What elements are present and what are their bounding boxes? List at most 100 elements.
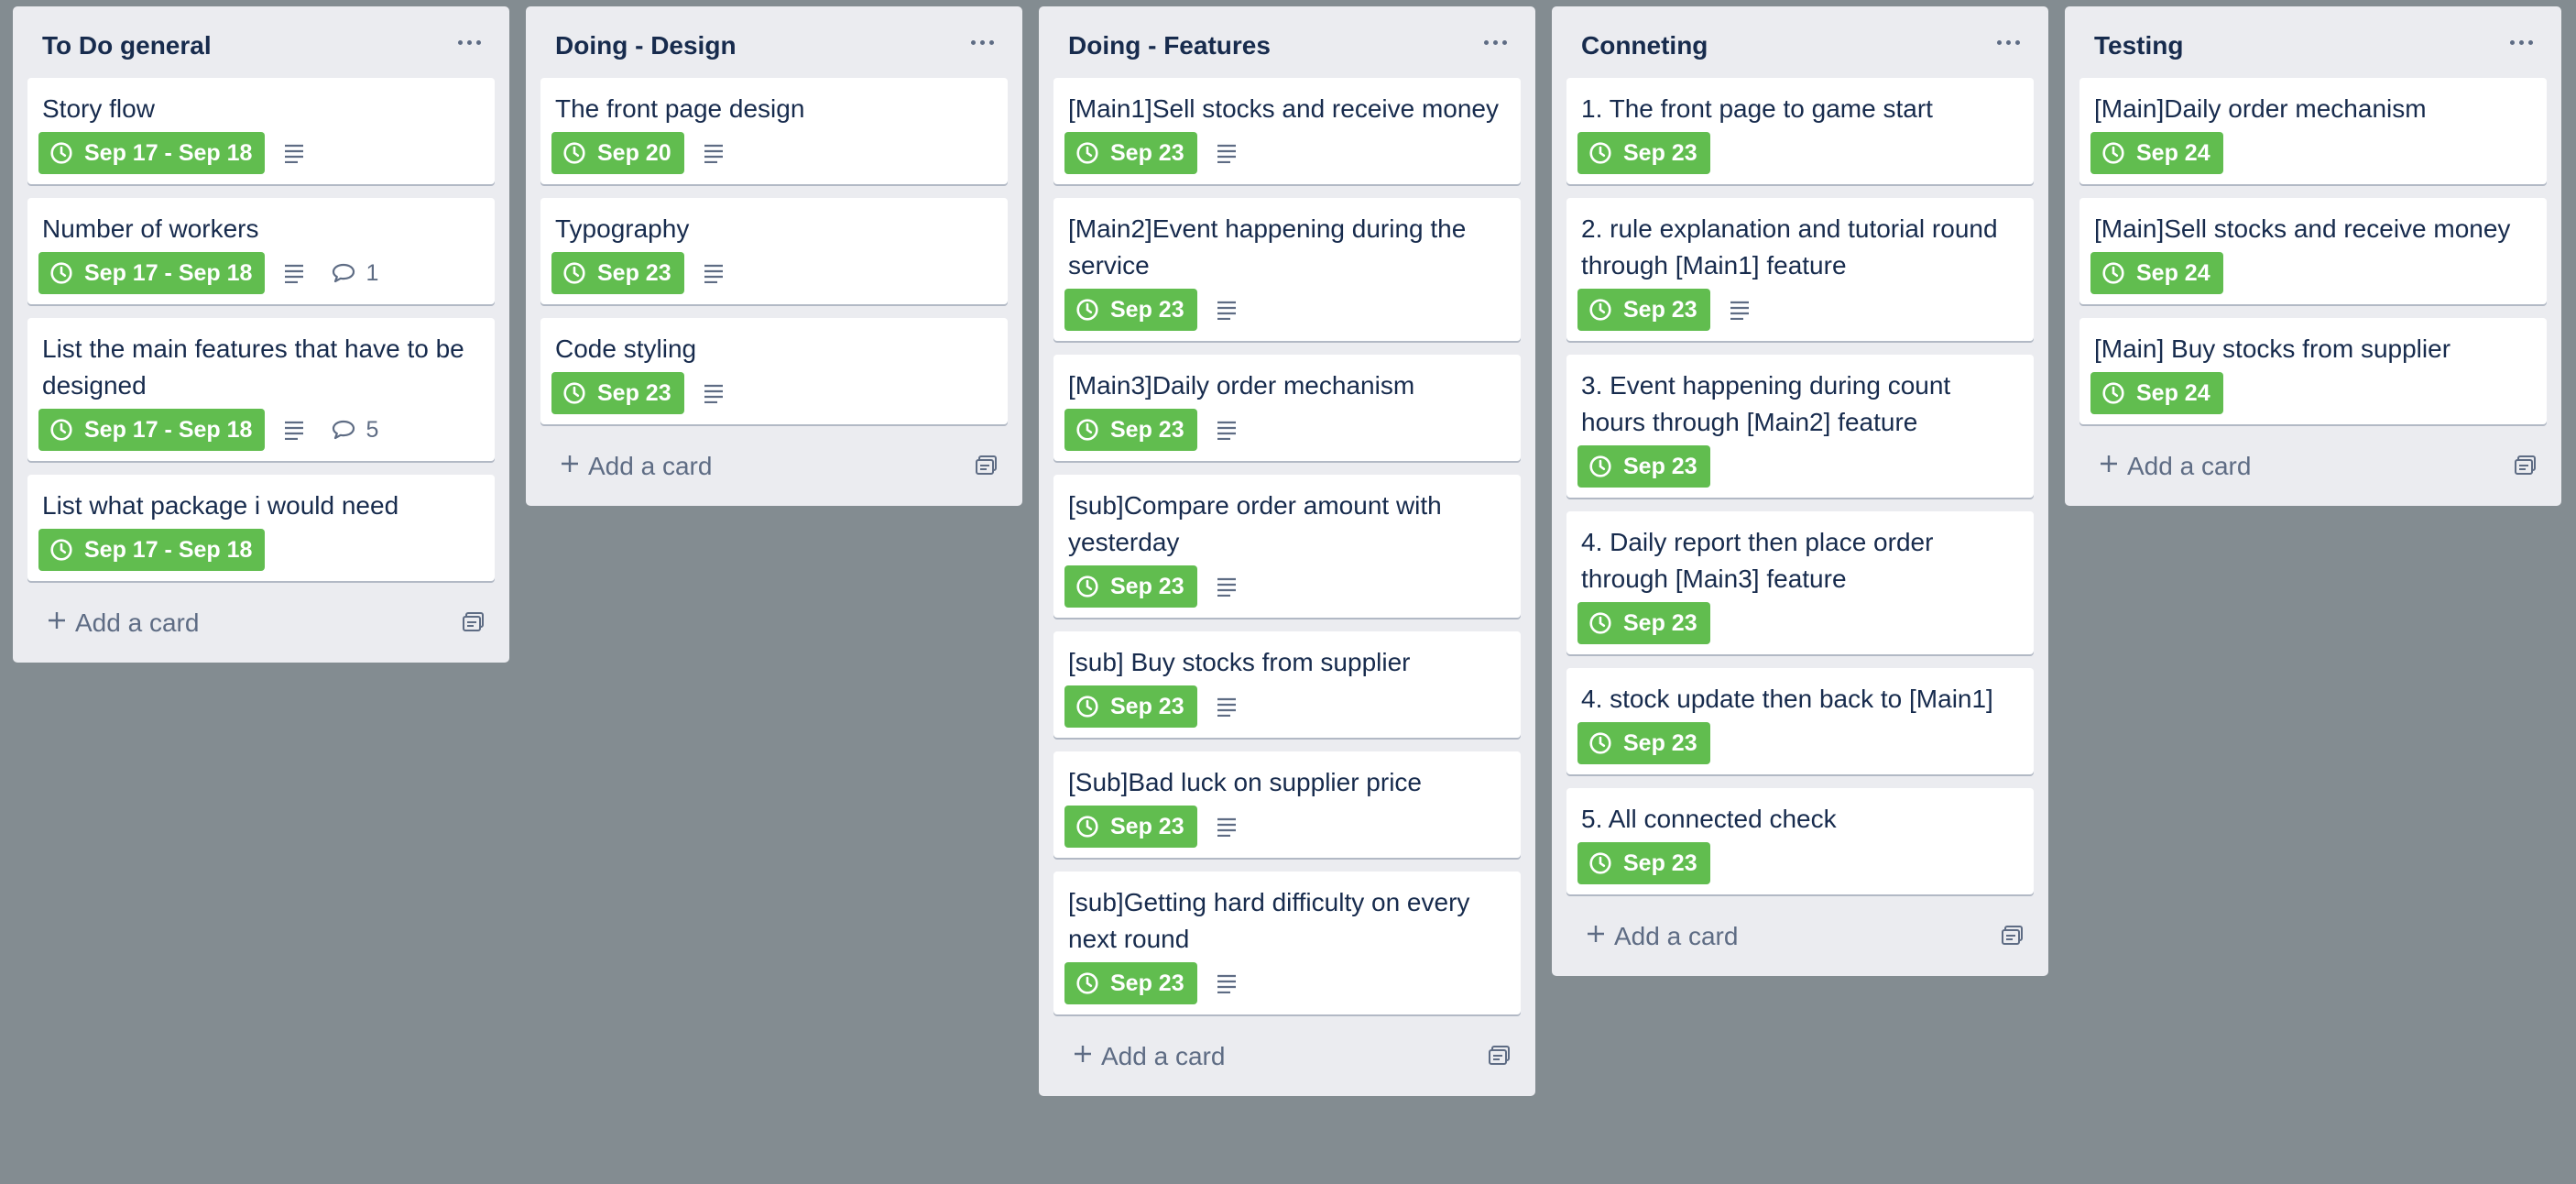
comment-badge: 5	[331, 417, 378, 444]
list-menu-button[interactable]	[1477, 27, 1513, 58]
card[interactable]: [Main3]Daily order mechanism Sep 23	[1053, 355, 1521, 461]
list-menu-button[interactable]	[1990, 27, 2026, 58]
card[interactable]: [sub]Compare order amount with yesterday…	[1053, 475, 1521, 618]
due-date-badge[interactable]: Sep 23	[551, 372, 684, 414]
add-card-button[interactable]: Add a card	[1053, 1028, 1521, 1083]
due-date-badge[interactable]: Sep 23	[1064, 685, 1197, 728]
card[interactable]: [sub] Buy stocks from supplier Sep 23	[1053, 631, 1521, 738]
card-title: Number of workers	[42, 214, 259, 243]
clock-icon	[1589, 732, 1611, 754]
card[interactable]: [Main1]Sell stocks and receive money Sep…	[1053, 78, 1521, 184]
card-title: 2. rule explanation and tutorial round t…	[1581, 214, 1998, 280]
card[interactable]: 1. The front page to game start Sep 23	[1566, 78, 2034, 184]
due-date-text: Sep 17 - Sep 18	[84, 416, 253, 443]
card[interactable]: [Main]Sell stocks and receive money Sep …	[2079, 198, 2547, 304]
due-date-text: Sep 23	[1110, 139, 1184, 166]
card-title: 5. All connected check	[1581, 805, 1837, 833]
card[interactable]: [Sub]Bad luck on supplier price Sep 23	[1053, 751, 1521, 858]
clock-icon	[1589, 455, 1611, 477]
card[interactable]: Number of workers Sep 17 - Sep 18 1	[27, 198, 495, 304]
card-template-icon[interactable]	[975, 455, 999, 477]
clock-icon	[1076, 696, 1098, 718]
card[interactable]: [Main] Buy stocks from supplier Sep 24	[2079, 318, 2547, 424]
clock-icon	[1076, 816, 1098, 838]
due-date-badge[interactable]: Sep 23	[1064, 289, 1197, 331]
due-date-badge[interactable]: Sep 23	[1064, 565, 1197, 608]
due-date-badge[interactable]: Sep 24	[2090, 252, 2223, 294]
card-template-icon[interactable]	[462, 611, 486, 633]
card[interactable]: [Main2]Event happening during the servic…	[1053, 198, 1521, 341]
due-date-text: Sep 17 - Sep 18	[84, 139, 253, 166]
add-card-button[interactable]: Add a card	[2079, 438, 2547, 493]
card-badges: Sep 23	[1064, 806, 1506, 848]
list-title[interactable]: Doing - Design	[555, 31, 737, 60]
due-date-badge[interactable]: Sep 20	[551, 132, 684, 174]
due-date-badge[interactable]: Sep 23	[1064, 962, 1197, 1004]
description-icon	[1216, 576, 1238, 597]
add-card-label: Add a card	[75, 608, 200, 637]
card-title: [sub] Buy stocks from supplier	[1068, 648, 1411, 676]
clock-icon	[2102, 142, 2124, 164]
card[interactable]: [Main]Daily order mechanism Sep 24	[2079, 78, 2547, 184]
add-card-button[interactable]: Add a card	[27, 595, 495, 650]
description-icon	[1216, 300, 1238, 320]
card[interactable]: Typography Sep 23	[540, 198, 1008, 304]
card[interactable]: 5. All connected check Sep 23	[1566, 788, 2034, 894]
card[interactable]: 4. stock update then back to [Main1] Sep…	[1566, 668, 2034, 774]
due-date-badge[interactable]: Sep 17 - Sep 18	[38, 409, 266, 451]
add-card-button[interactable]: Add a card	[540, 438, 1008, 493]
list-title[interactable]: Doing - Features	[1068, 31, 1271, 60]
plus-icon	[1588, 926, 1604, 942]
due-date-badge[interactable]: Sep 17 - Sep 18	[38, 132, 266, 174]
due-date-text: Sep 23	[1623, 296, 1697, 323]
card[interactable]: 4. Daily report then place order through…	[1566, 511, 2034, 654]
due-date-badge[interactable]: Sep 24	[2090, 372, 2223, 414]
card-badges: Sep 24	[2090, 372, 2532, 414]
due-date-badge[interactable]: Sep 17 - Sep 18	[38, 529, 266, 571]
due-date-badge[interactable]: Sep 23	[1577, 289, 1710, 331]
due-date-badge[interactable]: Sep 23	[1577, 602, 1710, 644]
add-card-button[interactable]: Add a card	[1566, 908, 2034, 963]
due-date-badge[interactable]: Sep 23	[1577, 445, 1710, 488]
description-icon	[703, 143, 725, 163]
card-title: [Sub]Bad luck on supplier price	[1068, 768, 1422, 796]
due-date-badge[interactable]: Sep 23	[1577, 132, 1710, 174]
list-title[interactable]: To Do general	[42, 31, 212, 60]
due-date-badge[interactable]: Sep 23	[1064, 806, 1197, 848]
clock-icon	[1589, 612, 1611, 634]
card[interactable]: Code styling Sep 23	[540, 318, 1008, 424]
due-date-badge[interactable]: Sep 23	[1064, 409, 1197, 451]
description-icon	[1216, 143, 1238, 163]
due-date-badge[interactable]: Sep 23	[1577, 722, 1710, 764]
clock-icon	[1589, 142, 1611, 164]
card-badges: Sep 24	[2090, 132, 2532, 174]
description-icon	[1216, 817, 1238, 837]
list-header: Conneting	[1566, 6, 2034, 78]
card[interactable]: List the main features that have to be d…	[27, 318, 495, 461]
more-options-icon	[457, 39, 463, 45]
card-template-icon[interactable]	[2001, 925, 2025, 947]
due-date-badge[interactable]: Sep 24	[2090, 132, 2223, 174]
card-template-icon[interactable]	[2514, 455, 2538, 477]
comment-badge: 1	[331, 260, 378, 287]
card[interactable]: List what package i would need Sep 17 - …	[27, 475, 495, 581]
more-options-icon	[970, 39, 976, 45]
due-date-badge[interactable]: Sep 23	[1577, 842, 1710, 884]
list-menu-button[interactable]	[2503, 27, 2539, 58]
due-date-text: Sep 23	[1110, 416, 1184, 443]
card[interactable]: Story flow Sep 17 - Sep 18	[27, 78, 495, 184]
due-date-badge[interactable]: Sep 23	[551, 252, 684, 294]
description-icon	[283, 263, 305, 283]
due-date-badge[interactable]: Sep 23	[1064, 132, 1197, 174]
list-title[interactable]: Testing	[2094, 31, 2183, 60]
card-template-icon[interactable]	[1488, 1045, 1512, 1067]
card[interactable]: 2. rule explanation and tutorial round t…	[1566, 198, 2034, 341]
list-title[interactable]: Conneting	[1581, 31, 1708, 60]
card-badges: Sep 23	[1064, 409, 1506, 451]
due-date-badge[interactable]: Sep 17 - Sep 18	[38, 252, 266, 294]
list-menu-button[interactable]	[964, 27, 1000, 58]
list-menu-button[interactable]	[451, 27, 487, 58]
card[interactable]: The front page design Sep 20	[540, 78, 1008, 184]
card[interactable]: [sub]Getting hard difficulty on every ne…	[1053, 872, 1521, 1014]
card[interactable]: 3. Event happening during count hours th…	[1566, 355, 2034, 498]
